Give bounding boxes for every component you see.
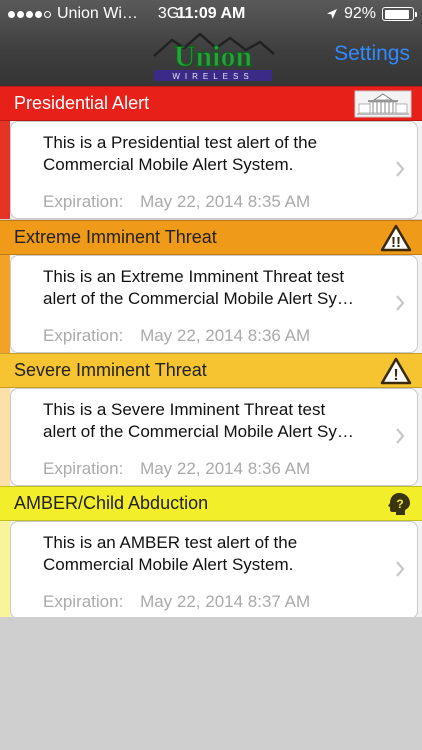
empty-area [0, 617, 422, 750]
chevron-right-icon [396, 428, 405, 444]
expiration-label: Expiration: [43, 192, 124, 211]
alert-card-body: This is an Extreme Imminent Threat test … [10, 255, 418, 353]
alert-card-body: This is a Presidential test alert of the… [10, 121, 418, 219]
alert-section-amber: AMBER/Child Abduction ? This is an AMBER… [0, 486, 422, 619]
alert-card[interactable]: This is a Presidential test alert of the… [0, 121, 422, 219]
svg-text:!: ! [393, 367, 398, 384]
section-title: Presidential Alert [14, 93, 150, 113]
double-exclamation-warning-icon: !! [380, 224, 412, 252]
alert-message: This is a Severe Imminent Threat test al… [43, 399, 403, 443]
expiration-value: May 22, 2014 8:36 AM [140, 326, 311, 345]
alert-card-body: This is a Severe Imminent Threat test al… [10, 388, 418, 486]
alert-section-extreme: Extreme Imminent Threat !! This is an Ex… [0, 220, 422, 353]
alert-message-line: This is an AMBER test alert of the [43, 533, 298, 552]
alert-message: This is an Extreme Imminent Threat test … [43, 266, 403, 310]
expiration-label: Expiration: [43, 459, 124, 478]
severity-stripe [0, 388, 10, 486]
alert-section-severe: Severe Imminent Threat ! This is a Sever… [0, 353, 422, 486]
severity-stripe [0, 521, 10, 619]
chevron-right-icon [396, 295, 405, 311]
section-header: AMBER/Child Abduction ? [0, 486, 422, 521]
alert-message-line: This is an Extreme Imminent Threat test [43, 267, 345, 286]
alert-message: This is a Presidential test alert of the… [43, 132, 403, 176]
navigation-bar: Union Wi… 3G 11:09 AM 92% Union WIRELESS… [0, 0, 422, 86]
question-head-icon: ? [386, 491, 412, 517]
alert-card[interactable]: This is an Extreme Imminent Threat test … [0, 255, 422, 353]
logo-subtext: WIRELESS [172, 72, 253, 81]
alert-message-line: Commercial Mobile Alert System. [43, 555, 294, 574]
alert-expiration: Expiration: May 22, 2014 8:36 AM [43, 459, 310, 479]
alert-expiration: Expiration: May 22, 2014 8:35 AM [43, 192, 310, 212]
logo-text: Union [174, 40, 253, 73]
chevron-right-icon [396, 561, 405, 577]
section-title: Extreme Imminent Threat [14, 227, 217, 247]
alert-card[interactable]: This is an AMBER test alert of the Comme… [0, 521, 422, 619]
white-house-icon [354, 89, 412, 119]
section-title: AMBER/Child Abduction [14, 493, 209, 513]
section-header: Presidential Alert [0, 86, 422, 121]
severity-stripe [0, 255, 10, 353]
alert-message-line: alert of the Commercial Mobile Alert Sy… [43, 422, 354, 441]
battery-icon [382, 7, 417, 21]
union-wireless-logo: Union WIRELESS [153, 32, 275, 81]
svg-text:?: ? [396, 497, 403, 511]
expiration-value: May 22, 2014 8:37 AM [140, 592, 311, 611]
alert-expiration: Expiration: May 22, 2014 8:36 AM [43, 326, 310, 346]
section-header: Severe Imminent Threat ! [0, 353, 422, 388]
severity-stripe [0, 121, 10, 219]
alert-card[interactable]: This is a Severe Imminent Threat test al… [0, 388, 422, 486]
alert-section-presidential: Presidential Alert This is a Presidentia… [0, 86, 422, 219]
location-arrow-icon [326, 9, 337, 19]
svg-text:!!: !! [391, 234, 401, 251]
alert-message-line: alert of the Commercial Mobile Alert Sy… [43, 289, 354, 308]
alert-message-line: This is a Presidential test alert of the [43, 133, 318, 152]
expiration-value: May 22, 2014 8:36 AM [140, 459, 311, 478]
expiration-value: May 22, 2014 8:35 AM [140, 192, 311, 211]
expiration-label: Expiration: [43, 592, 124, 611]
expiration-label: Expiration: [43, 326, 124, 345]
section-title: Severe Imminent Threat [14, 360, 207, 380]
exclamation-warning-icon: ! [380, 357, 412, 385]
battery-percent: 92% [343, 5, 376, 22]
chevron-right-icon [396, 161, 405, 177]
alert-message: This is an AMBER test alert of the Comme… [43, 532, 403, 576]
alert-message-line: Commercial Mobile Alert System. [43, 155, 294, 174]
alert-card-body: This is an AMBER test alert of the Comme… [10, 521, 418, 619]
status-bar: Union Wi… 3G 11:09 AM 92% [0, 0, 422, 28]
alert-message-line: This is a Severe Imminent Threat test [43, 400, 326, 419]
section-header: Extreme Imminent Threat !! [0, 220, 422, 255]
alert-expiration: Expiration: May 22, 2014 8:37 AM [43, 592, 310, 612]
settings-button[interactable]: Settings [334, 42, 410, 66]
